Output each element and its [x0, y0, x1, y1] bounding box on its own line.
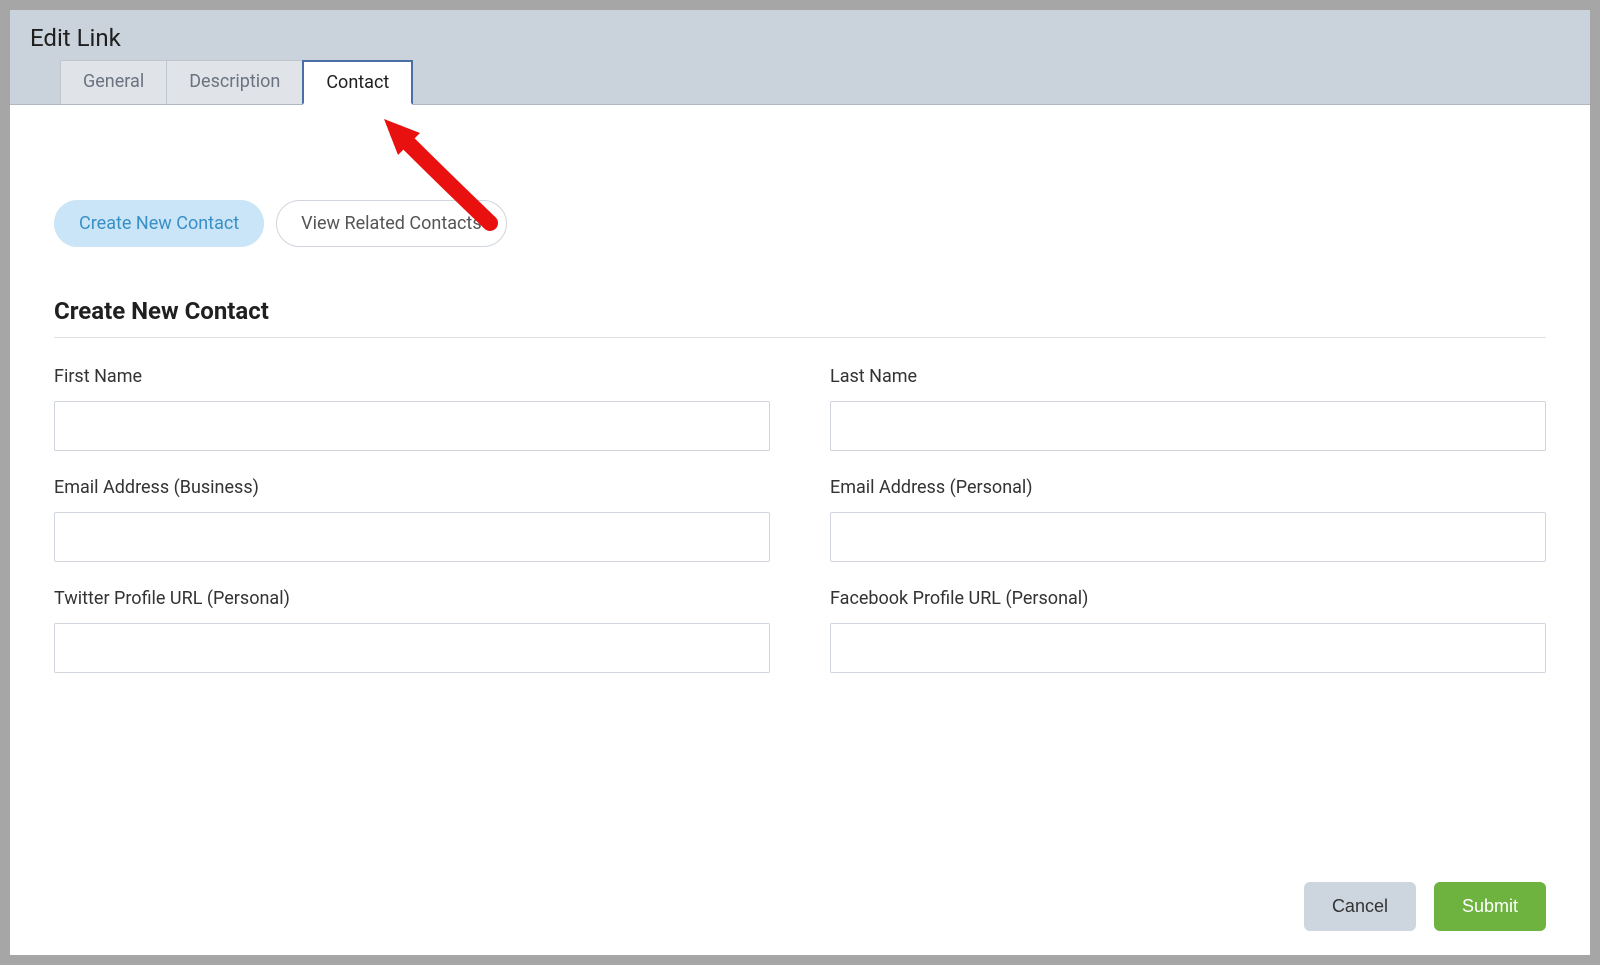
input-first-name[interactable] — [54, 401, 770, 451]
tab-bar: General Description Contact — [10, 60, 1590, 104]
pill-view-related-contacts[interactable]: View Related Contacts — [276, 200, 506, 247]
input-twitter[interactable] — [54, 623, 770, 673]
content-area: Create New Contact View Related Contacts… — [10, 105, 1590, 703]
field-first-name: First Name — [54, 366, 770, 451]
dialog-title: Edit Link — [10, 10, 1590, 60]
field-email-business: Email Address (Business) — [54, 477, 770, 562]
edit-link-dialog: Edit Link General Description Contact Cr… — [10, 10, 1590, 955]
tab-general[interactable]: General — [60, 60, 167, 104]
input-email-business[interactable] — [54, 512, 770, 562]
field-email-personal: Email Address (Personal) — [830, 477, 1546, 562]
cancel-button[interactable]: Cancel — [1304, 882, 1416, 931]
pill-create-new-contact[interactable]: Create New Contact — [54, 200, 264, 247]
section-title: Create New Contact — [54, 297, 1546, 338]
label-email-personal: Email Address (Personal) — [830, 477, 1546, 498]
dialog-footer: Cancel Submit — [1304, 882, 1546, 931]
input-facebook[interactable] — [830, 623, 1546, 673]
form-grid: First Name Last Name Email Address (Busi… — [54, 366, 1546, 673]
input-email-personal[interactable] — [830, 512, 1546, 562]
sub-tab-row: Create New Contact View Related Contacts — [54, 200, 1546, 247]
label-facebook: Facebook Profile URL (Personal) — [830, 588, 1546, 609]
field-last-name: Last Name — [830, 366, 1546, 451]
field-twitter: Twitter Profile URL (Personal) — [54, 588, 770, 673]
field-facebook: Facebook Profile URL (Personal) — [830, 588, 1546, 673]
label-last-name: Last Name — [830, 366, 1546, 387]
label-first-name: First Name — [54, 366, 770, 387]
input-last-name[interactable] — [830, 401, 1546, 451]
submit-button[interactable]: Submit — [1434, 882, 1546, 931]
label-email-business: Email Address (Business) — [54, 477, 770, 498]
dialog-header: Edit Link General Description Contact — [10, 10, 1590, 105]
label-twitter: Twitter Profile URL (Personal) — [54, 588, 770, 609]
tab-contact[interactable]: Contact — [302, 60, 413, 105]
tab-description[interactable]: Description — [166, 60, 303, 104]
